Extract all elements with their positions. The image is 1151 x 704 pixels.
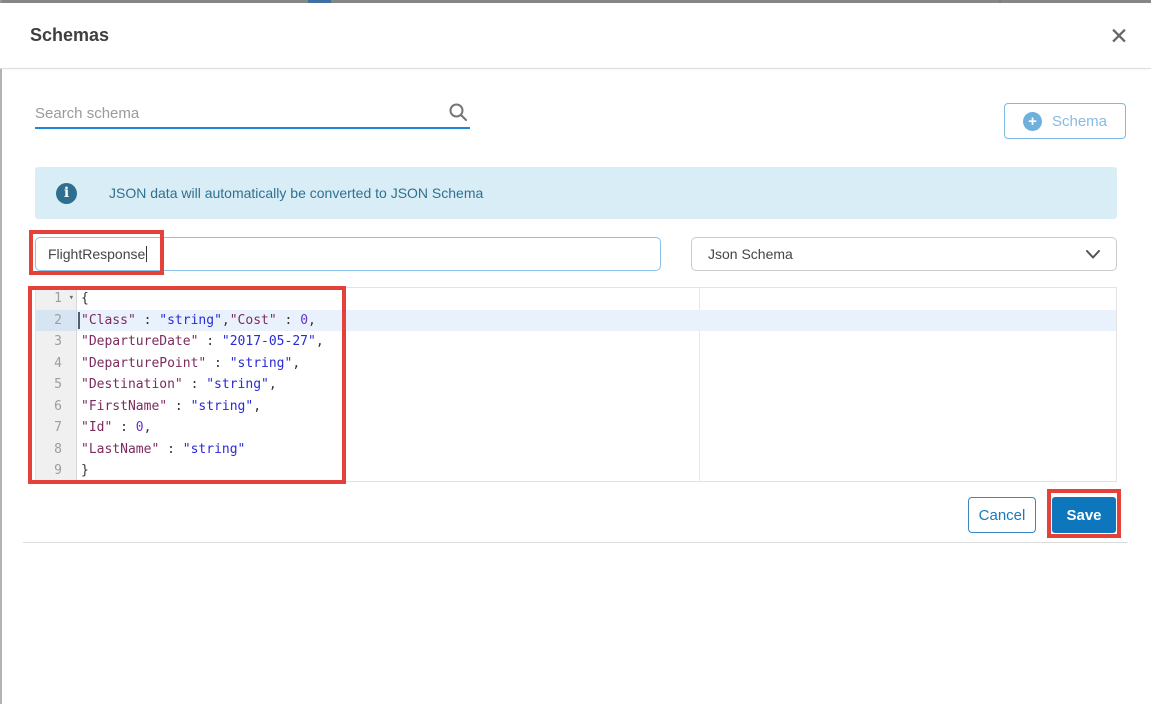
editor-line-number: 2: [36, 309, 76, 331]
search-input[interactable]: [35, 98, 435, 125]
save-button[interactable]: Save: [1052, 497, 1116, 533]
editor-line-number: 1 ▾: [36, 288, 76, 310]
schema-name-input[interactable]: FlightResponse: [35, 237, 661, 271]
editor-caret: [78, 311, 80, 329]
editor-line[interactable]: "LastName" : "string": [77, 439, 1116, 461]
search-icon: [448, 102, 468, 122]
editor-line[interactable]: "Destination" : "string",: [77, 374, 1116, 396]
add-schema-button[interactable]: + Schema: [1004, 103, 1126, 139]
info-icon: i: [56, 182, 77, 204]
page-title: Schemas: [30, 25, 110, 45]
close-icon[interactable]: ✕: [1103, 20, 1135, 52]
editor-line[interactable]: "DepartureDate" : "2017-05-27",: [77, 331, 1116, 353]
cancel-button[interactable]: Cancel: [968, 497, 1036, 533]
chevron-down-icon: [1086, 249, 1100, 259]
editor-line-number: 8: [54, 441, 62, 457]
modal-header: Schemas ✕: [0, 3, 1151, 68]
search-field[interactable]: [35, 98, 470, 129]
window-left-edge: [0, 0, 2, 704]
editor-line-number: 3: [54, 334, 62, 349]
info-banner-text: JSON data will automatically be converte…: [109, 185, 484, 201]
plus-icon: +: [1022, 111, 1042, 131]
editor-line[interactable]: "Class" : "string","Cost" : 0,: [77, 309, 1116, 331]
info-banner: i JSON data will automatically be conver…: [35, 167, 1117, 219]
editor-line-number: 7: [54, 420, 62, 435]
schemas-modal: Schemas ✕ + Schema i JSON data will auto…: [0, 0, 1151, 704]
editor-line-number: 9: [54, 463, 62, 478]
schema-name-value: FlightResponse: [48, 246, 146, 262]
editor-line[interactable]: {: [77, 288, 1116, 310]
text-caret: [146, 246, 148, 262]
editor-line[interactable]: "FirstName" : "string",: [77, 396, 1116, 418]
footer-divider: [23, 542, 1128, 543]
editor-line-number: 4: [54, 355, 62, 371]
editor-code[interactable]: {"Class" : "string","Cost" : 0, "Departur…: [77, 288, 1116, 481]
editor-line-number: 6: [54, 398, 62, 414]
editor-line[interactable]: }: [77, 460, 1116, 481]
json-code-editor[interactable]: 1 ▾ 2 3 4 5 6 7 8 9 {"Class" : "string","Cost" : …: [35, 287, 1117, 482]
header-divider: [0, 68, 1151, 69]
editor-line-number: 5: [54, 377, 62, 392]
editor-line[interactable]: "Id" : 0,: [77, 417, 1116, 439]
editor-line[interactable]: "DeparturePoint" : "string",: [77, 353, 1116, 375]
schema-type-value: Json Schema: [708, 246, 793, 262]
editor-gutter: 1 ▾ 2 3 4 5 6 7 8 9: [36, 288, 77, 481]
fold-toggle-icon[interactable]: ▾: [69, 288, 74, 310]
add-schema-label: Schema: [1051, 112, 1108, 130]
schema-type-select[interactable]: Json Schema: [691, 237, 1117, 271]
